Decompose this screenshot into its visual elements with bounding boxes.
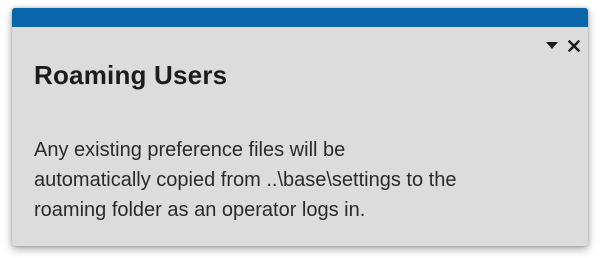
panel-controls — [544, 38, 582, 54]
roaming-users-panel: Roaming Users Any existing preference fi… — [12, 8, 588, 246]
chevron-down-icon[interactable] — [544, 38, 560, 54]
panel-title: Roaming Users — [34, 60, 228, 90]
description-line: Any existing preference files will be — [34, 139, 346, 161]
description-line: automatically copied from ..\base\settin… — [34, 169, 457, 191]
close-icon[interactable] — [566, 38, 582, 54]
screen: Roaming Users Any existing preference fi… — [0, 0, 600, 258]
panel-accent-bar — [12, 8, 588, 27]
description-line: roaming folder as an operator logs in. — [34, 199, 366, 221]
panel-description: Any existing preference files will be au… — [34, 135, 574, 225]
